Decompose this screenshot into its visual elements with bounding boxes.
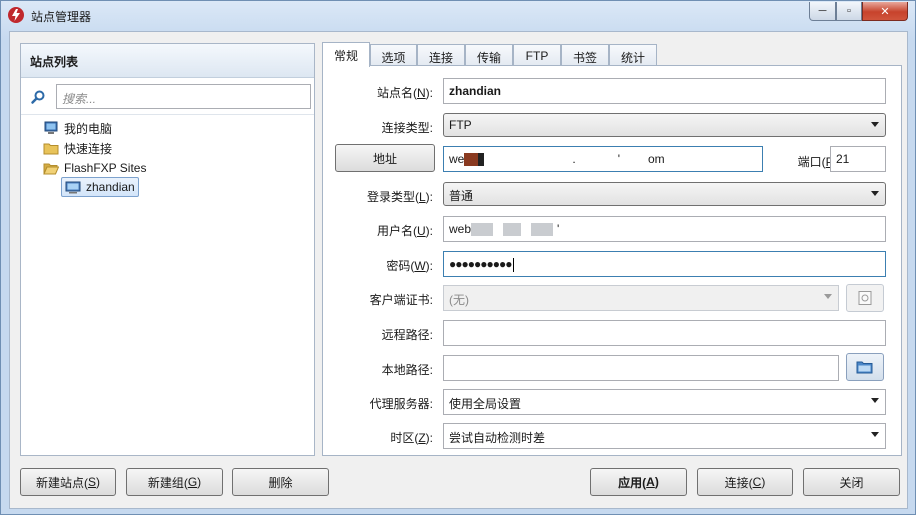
tree-item-label: zhandian <box>86 180 135 194</box>
tab-label: 选项 <box>381 51 406 65</box>
password-label: 密码(W): <box>386 259 433 273</box>
search-row: 搜索... <box>21 78 314 115</box>
tree-item-my-computer[interactable]: 我的电脑 <box>43 118 112 138</box>
tab-label: 常规 <box>333 49 358 63</box>
chevron-down-icon <box>824 294 832 299</box>
timezone-select[interactable]: 尝试自动检测时差 <box>443 423 886 449</box>
minimize-button[interactable]: ─ <box>809 2 836 21</box>
tree-item-label: FlashFXP Sites <box>64 161 147 175</box>
address-button[interactable]: 地址 <box>335 144 435 172</box>
maximize-icon: ▫ <box>847 5 851 17</box>
new-site-button[interactable]: 新建站点(S) <box>20 468 116 496</box>
text-caret <box>513 257 515 272</box>
password-field[interactable]: ●●●●●●●●●● <box>443 251 886 277</box>
select-value: (无) <box>449 293 469 307</box>
client-cert-select[interactable]: (无) <box>443 285 839 311</box>
certificate-button[interactable] <box>846 284 884 312</box>
local-path-field[interactable] <box>443 355 839 381</box>
tree-item-sites-folder[interactable]: FlashFXP Sites <box>43 158 146 178</box>
tab-label: 书签 <box>572 51 597 65</box>
tab-label: FTP <box>525 49 549 63</box>
close-icon: ✕ <box>880 5 890 18</box>
login-type-select[interactable]: 普通 <box>443 182 886 206</box>
dialog-client: 站点列表 搜索... 我的电脑 快速连接 FlashFXP Sites zhan… <box>9 31 908 509</box>
folder-icon <box>856 361 873 374</box>
site-list-panel: 站点列表 搜索... 我的电脑 快速连接 FlashFXP Sites zhan… <box>20 43 315 456</box>
client-cert-label: 客户端证书: <box>369 293 433 307</box>
username-label: 用户名(U): <box>376 224 433 238</box>
close-window-button[interactable]: ✕ <box>862 2 908 21</box>
address-field[interactable]: we. ' om <box>443 146 763 172</box>
computer-icon <box>44 121 58 134</box>
chevron-down-icon <box>871 122 879 127</box>
password-dots: ●●●●●●●●●● <box>449 257 512 271</box>
tab-label: 传输 <box>476 51 501 65</box>
username-field[interactable]: web ' <box>443 216 886 242</box>
select-value: 普通 <box>449 189 474 203</box>
window-title: 站点管理器 <box>31 10 92 24</box>
tab-connection[interactable]: 连接 <box>417 44 465 66</box>
new-group-button[interactable]: 新建组(G) <box>126 468 223 496</box>
proxy-label: 代理服务器: <box>369 397 433 411</box>
port-field[interactable]: 21 <box>830 146 886 172</box>
site-name-label: 站点名(N): <box>376 86 433 100</box>
select-value: 尝试自动检测时差 <box>449 431 546 445</box>
close-button[interactable]: 关闭 <box>803 468 900 496</box>
flashfxp-logo-icon <box>8 7 24 23</box>
proxy-select[interactable]: 使用全局设置 <box>443 389 886 415</box>
tab-label: 连接 <box>428 51 453 65</box>
site-manager-window: 站点管理器 ─ ▫ ✕ 站点列表 搜索... 我的电脑 快速连接 FlashFX… <box>0 0 916 515</box>
timezone-label: 时区(Z): <box>390 431 433 445</box>
select-value: FTP <box>449 118 472 132</box>
title-bar[interactable]: 站点管理器 ─ ▫ ✕ <box>1 1 915 29</box>
search-icon <box>31 90 45 104</box>
tab-statistics[interactable]: 统计 <box>609 44 657 66</box>
search-input[interactable]: 搜索... <box>56 84 311 109</box>
connection-type-select[interactable]: FTP <box>443 113 886 137</box>
chevron-down-icon <box>871 398 879 403</box>
tree-item-quick-connect[interactable]: 快速连接 <box>43 138 112 158</box>
remote-path-field[interactable] <box>443 320 886 346</box>
tree-item-site-zhandian[interactable]: zhandian <box>61 177 139 197</box>
minimize-icon: ─ <box>818 5 827 17</box>
browse-folder-button[interactable] <box>846 353 884 381</box>
local-path-label: 本地路径: <box>381 363 433 377</box>
general-tab-panel: 站点名(N): zhandian 连接类型: FTP 地址 we. ' om 端口(… <box>322 65 902 456</box>
chevron-down-icon <box>871 191 879 196</box>
certificate-icon <box>858 291 872 305</box>
tab-transfer[interactable]: 传输 <box>465 44 513 66</box>
chevron-down-icon <box>871 432 879 437</box>
connection-type-label: 连接类型: <box>381 121 433 135</box>
connect-button[interactable]: 连接(C) <box>697 468 793 496</box>
apply-button[interactable]: 应用(A) <box>590 468 687 496</box>
tab-bookmarks[interactable]: 书签 <box>561 44 609 66</box>
tab-general[interactable]: 常规 <box>322 42 370 67</box>
remote-path-label: 远程路径: <box>381 328 433 342</box>
tab-options[interactable]: 选项 <box>370 44 417 66</box>
open-folder-icon <box>43 163 59 175</box>
site-server-icon <box>65 181 81 194</box>
delete-button[interactable]: 删除 <box>232 468 329 496</box>
tree-item-label: 快速连接 <box>64 141 113 156</box>
tree-item-label: 我的电脑 <box>64 121 113 136</box>
login-type-label: 登录类型(L): <box>366 190 433 204</box>
select-value: 使用全局设置 <box>449 397 522 411</box>
tab-ftp[interactable]: FTP <box>513 44 561 66</box>
folder-icon <box>43 143 59 155</box>
site-list-header: 站点列表 <box>21 44 314 78</box>
tab-label: 统计 <box>620 51 645 65</box>
site-name-field[interactable]: zhandian <box>443 78 886 104</box>
maximize-button[interactable]: ▫ <box>836 2 862 21</box>
